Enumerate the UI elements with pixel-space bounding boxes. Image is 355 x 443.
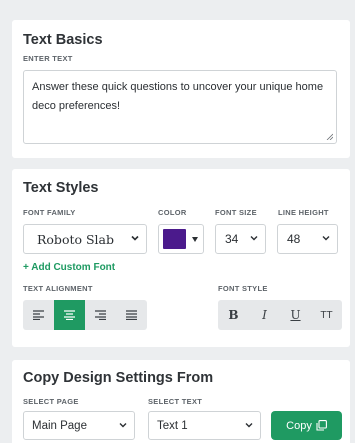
copy-icon [316,420,327,431]
text-alignment-group [23,300,147,330]
select-text-value: Text 1 [157,419,188,432]
line-height-label: LINE HEIGHT [278,208,329,217]
italic-button[interactable]: I [249,300,280,330]
copy-button[interactable]: Copy [271,411,342,440]
copy-button-label: Copy [286,419,312,432]
font-size-value: 34 [225,232,239,246]
enter-text-value: Answer these quick questions to uncover … [32,81,324,112]
color-swatch [163,229,186,249]
select-page-label: SELECT PAGE [23,397,79,406]
caret-down-icon [192,237,198,242]
select-text-dropdown[interactable]: Text 1 [148,411,261,440]
select-page-dropdown[interactable]: Main Page [23,411,135,440]
font-size-select[interactable]: 34 [215,224,266,254]
line-height-select[interactable]: 48 [277,224,338,254]
select-page-value: Main Page [32,419,87,432]
line-height-value: 48 [287,232,301,246]
align-justify-button[interactable] [116,300,147,330]
align-left-button[interactable] [23,300,54,330]
color-picker[interactable] [158,224,204,254]
copy-design-card: Copy Design Settings From SELECT PAGE SE… [12,360,350,443]
align-center-button[interactable] [54,300,85,330]
copy-design-title: Copy Design Settings From [23,370,214,386]
text-basics-card: Text Basics ENTER TEXT Answer these quic… [12,20,350,158]
select-text-label: SELECT TEXT [148,397,203,406]
font-size-label: FONT SIZE [215,208,257,217]
bold-button[interactable]: B [218,300,249,330]
text-styles-title: Text Styles [23,180,99,196]
enter-text-textarea[interactable]: Answer these quick questions to uncover … [23,70,337,144]
align-right-button[interactable] [85,300,116,330]
align-left-icon [33,310,44,320]
chevron-down-icon [250,236,258,241]
chevron-down-icon [245,422,253,427]
color-label: COLOR [158,208,187,217]
align-center-icon [64,310,75,320]
chevron-down-icon [131,235,139,241]
underline-button[interactable]: U [280,300,311,330]
text-alignment-label: TEXT ALIGNMENT [23,284,93,293]
font-style-label: FONT STYLE [218,284,268,293]
uppercase-button[interactable]: TT [311,300,342,330]
enter-text-label: ENTER TEXT [23,54,73,63]
chevron-down-icon [322,236,330,241]
font-family-select[interactable]: Roboto Slab [23,224,147,254]
text-styles-card: Text Styles FONT FAMILY COLOR FONT SIZE … [12,169,350,347]
font-family-label: FONT FAMILY [23,208,76,217]
font-family-value: Roboto Slab [37,231,115,247]
text-basics-title: Text Basics [23,32,103,48]
font-style-group: B I U TT [218,300,342,330]
align-right-icon [95,310,106,320]
resize-grip-icon[interactable] [326,133,333,140]
align-justify-icon [126,310,137,320]
add-custom-font-link[interactable]: + Add Custom Font [23,262,115,273]
chevron-down-icon [119,422,127,427]
